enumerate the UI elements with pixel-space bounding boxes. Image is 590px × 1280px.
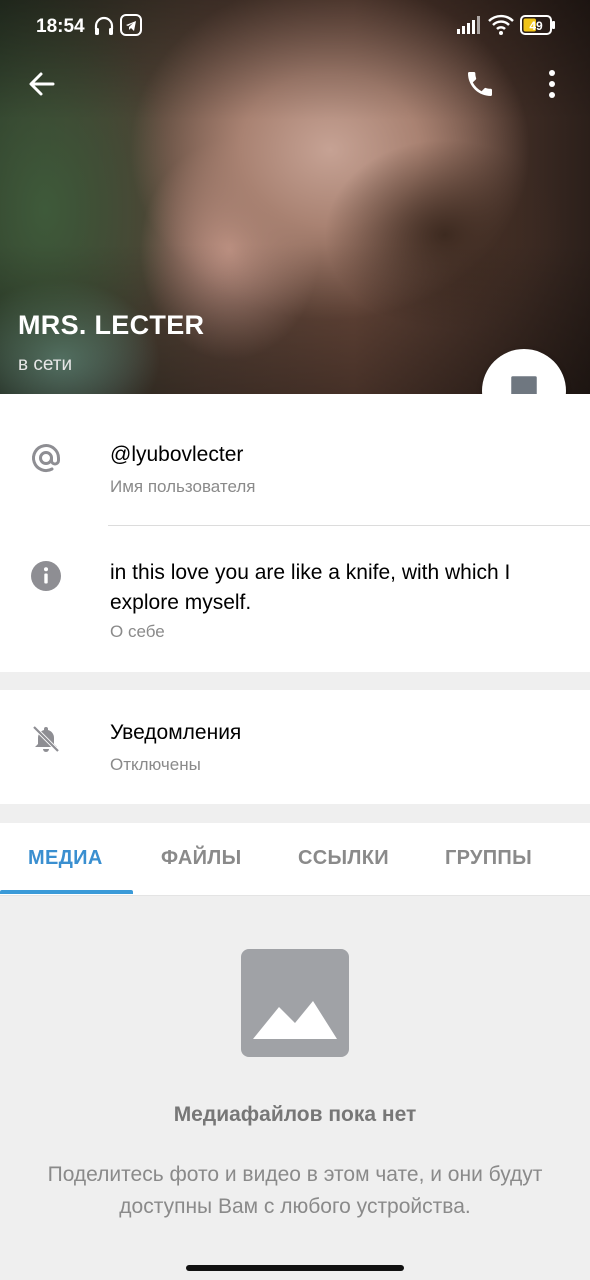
profile-name: MRS. LECTER — [18, 310, 205, 340]
status-time: 18:54 — [36, 16, 85, 37]
telegram-icon — [120, 14, 142, 42]
bio-line-1: in this love you are like a knife, with … — [110, 561, 511, 584]
bio-line-2: explore myself. — [110, 591, 252, 614]
image-placeholder-icon — [241, 949, 349, 1057]
username-value: @lyubovlecter — [110, 443, 244, 466]
signal-icon — [457, 16, 481, 40]
info-icon — [30, 560, 62, 597]
profile-status: в сети — [18, 354, 73, 375]
bio-label: О себе — [110, 622, 165, 641]
wifi-icon — [488, 14, 514, 42]
notifications-value: Отключены — [110, 755, 201, 774]
tab-files[interactable]: ФАЙЛЫ — [161, 847, 242, 870]
at-sign-icon — [30, 442, 62, 479]
battery-level: 49 — [529, 19, 543, 33]
back-arrow-icon[interactable] — [26, 68, 58, 105]
bell-off-icon — [30, 723, 62, 760]
battery-icon: 49 — [520, 15, 556, 41]
profile-photo-header[interactable]: 18:54 49 MRS. LECTER в сети — [0, 0, 590, 394]
empty-state-title: Медиафайлов пока нет — [173, 1103, 417, 1126]
empty-state-description: Поделитесь фото и видео в этом чате, и о… — [10, 1159, 580, 1223]
tab-media[interactable]: МЕДИА — [28, 847, 103, 870]
phone-icon[interactable] — [464, 68, 496, 105]
tab-active-indicator — [0, 890, 133, 894]
empty-desc-line-1: Поделитесь фото и видео в этом чате, и о… — [47, 1163, 543, 1186]
notifications-row[interactable]: Уведомления Отключены — [0, 690, 590, 804]
headphones-icon — [92, 14, 116, 44]
info-card: @lyubovlecter Имя пользователя in this l… — [0, 394, 590, 672]
media-tabs: МЕДИА ФАЙЛЫ ССЫЛКИ ГРУППЫ — [0, 823, 590, 896]
tab-links[interactable]: ССЫЛКИ — [298, 847, 389, 870]
status-bar: 18:54 49 — [0, 0, 590, 50]
notifications-title: Уведомления — [110, 721, 242, 744]
empty-desc-line-2: доступны Вам с любого устройства. — [119, 1195, 471, 1218]
info-divider — [108, 525, 590, 526]
more-vertical-icon[interactable] — [540, 68, 564, 105]
home-indicator[interactable] — [186, 1265, 404, 1271]
tab-groups[interactable]: ГРУППЫ — [445, 847, 532, 870]
username-label: Имя пользователя — [110, 477, 256, 496]
